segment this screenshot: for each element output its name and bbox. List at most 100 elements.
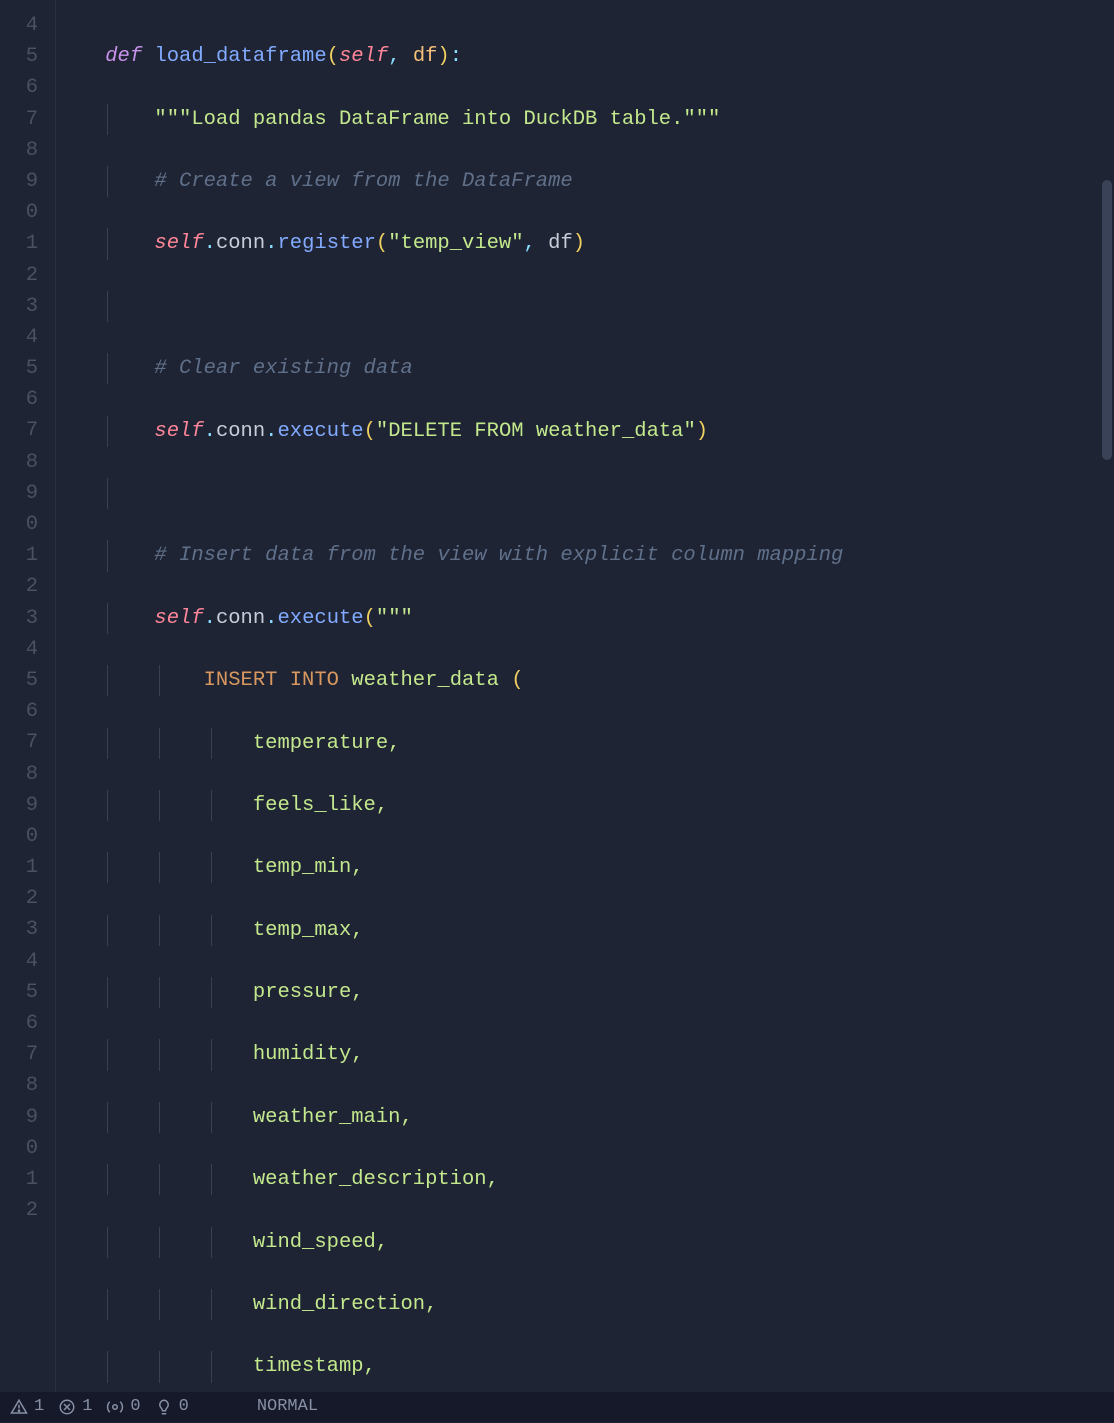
code-line[interactable]: weather_description, [56,1164,1114,1195]
method-execute: execute [277,420,363,443]
indent-guide [159,728,160,759]
code-line[interactable]: self.conn.execute("DELETE FROM weather_d… [56,416,1114,447]
triple-quote: """ [376,607,413,630]
sql-into: INTO [290,669,339,692]
indent-guide [107,790,108,821]
scrollbar-thumb[interactable] [1102,180,1112,460]
method-execute: execute [277,607,363,630]
keyword-def: def [105,45,154,68]
code-line[interactable]: temperature, [56,728,1114,759]
code-line[interactable]: INSERT INTO weather_data ( [56,665,1114,696]
indent-guide [159,1102,160,1133]
sql-column: feels_like, [253,794,388,817]
code-line[interactable]: """Load pandas DataFrame into DuckDB tab… [56,104,1114,135]
indent-guide [159,915,160,946]
line-number: 0 [0,1133,38,1164]
code-line[interactable]: humidity, [56,1039,1114,1070]
code-line[interactable]: temp_min, [56,852,1114,883]
vertical-scrollbar[interactable] [1100,0,1114,1392]
status-radio[interactable]: 0 [106,1391,140,1422]
line-number: 4 [0,946,38,977]
indent-guide [159,977,160,1008]
line-number: 4 [0,10,38,41]
code-area[interactable]: def load_dataframe(self, df): """Load pa… [56,0,1114,1422]
sql-column: wind_speed, [253,1231,388,1254]
indent-guide [107,1102,108,1133]
line-number: 6 [0,1008,38,1039]
status-hints[interactable]: 0 [155,1391,189,1422]
comma: , [388,45,413,68]
indent-guide [107,228,108,259]
line-number: 0 [0,197,38,228]
sql-column: temperature, [253,732,401,755]
radio-count: 0 [130,1391,140,1422]
line-number: 8 [0,447,38,478]
line-number-gutter: 4 5 6 7 8 9 0 1 2 3 4 5 6 7 8 9 0 1 2 3 … [0,0,56,1422]
indent-guide [107,728,108,759]
indent-guide [107,166,108,197]
string-literal: "DELETE FROM weather_data" [376,420,696,443]
code-line[interactable]: # Create a view from the DataFrame [56,166,1114,197]
param-df: df [413,45,438,68]
code-line[interactable]: wind_direction, [56,1289,1114,1320]
comment: # Create a view from the DataFrame [154,170,572,193]
code-editor[interactable]: 4 5 6 7 8 9 0 1 2 3 4 5 6 7 8 9 0 1 2 3 … [0,0,1114,1422]
line-number: 2 [0,883,38,914]
indent-guide [107,478,108,509]
line-number: 6 [0,72,38,103]
line-number: 7 [0,727,38,758]
code-line[interactable]: timestamp, [56,1351,1114,1382]
indent-guide [211,1164,212,1195]
indent-guide [107,1351,108,1382]
code-line[interactable] [56,291,1114,322]
self-param: self [339,45,388,68]
indent-guide [107,104,108,135]
code-line[interactable]: wind_speed, [56,1227,1114,1258]
indent-guide [107,852,108,883]
line-number: 5 [0,353,38,384]
code-line[interactable]: feels_like, [56,790,1114,821]
code-line[interactable]: # Clear existing data [56,353,1114,384]
code-line[interactable]: self.conn.register("temp_view", df) [56,228,1114,259]
code-line[interactable]: def load_dataframe(self, df): [56,41,1114,72]
indent-guide [211,977,212,1008]
comment: # Insert data from the view with explici… [154,544,843,567]
line-number: 5 [0,41,38,72]
line-number: 1 [0,852,38,883]
docstring-quote: """ [154,108,191,131]
self: self [154,232,203,255]
sql-column: weather_main, [253,1106,413,1129]
line-number: 2 [0,1195,38,1226]
indent-guide [107,291,108,322]
indent-guide [107,540,108,571]
indent-guide [107,977,108,1008]
indent-guide [211,852,212,883]
line-number: 1 [0,228,38,259]
line-number: 2 [0,260,38,291]
code-line[interactable]: # Insert data from the view with explici… [56,540,1114,571]
indent-guide [107,416,108,447]
code-line[interactable]: temp_max, [56,915,1114,946]
line-number: 4 [0,634,38,665]
status-mode: NORMAL [257,1391,318,1422]
code-line[interactable]: weather_main, [56,1102,1114,1133]
sql-column: weather_description, [253,1168,499,1191]
warning-icon [10,1398,28,1416]
indent-guide [107,1227,108,1258]
indent-guide [159,1351,160,1382]
docstring-text: Load pandas DataFrame into DuckDB table. [191,108,683,131]
indent-guide [159,1227,160,1258]
status-warnings[interactable]: 1 [10,1391,44,1422]
sql-column: temp_max, [253,919,364,942]
code-line[interactable] [56,478,1114,509]
indent-guide [211,1039,212,1070]
code-line[interactable]: self.conn.execute(""" [56,603,1114,634]
indent-guide [107,1289,108,1320]
status-errors[interactable]: 1 [58,1391,92,1422]
warning-count: 1 [34,1391,44,1422]
line-number: 1 [0,1164,38,1195]
vim-mode: NORMAL [257,1391,318,1422]
code-line[interactable]: pressure, [56,977,1114,1008]
sql-column: pressure, [253,981,364,1004]
line-number: 4 [0,322,38,353]
